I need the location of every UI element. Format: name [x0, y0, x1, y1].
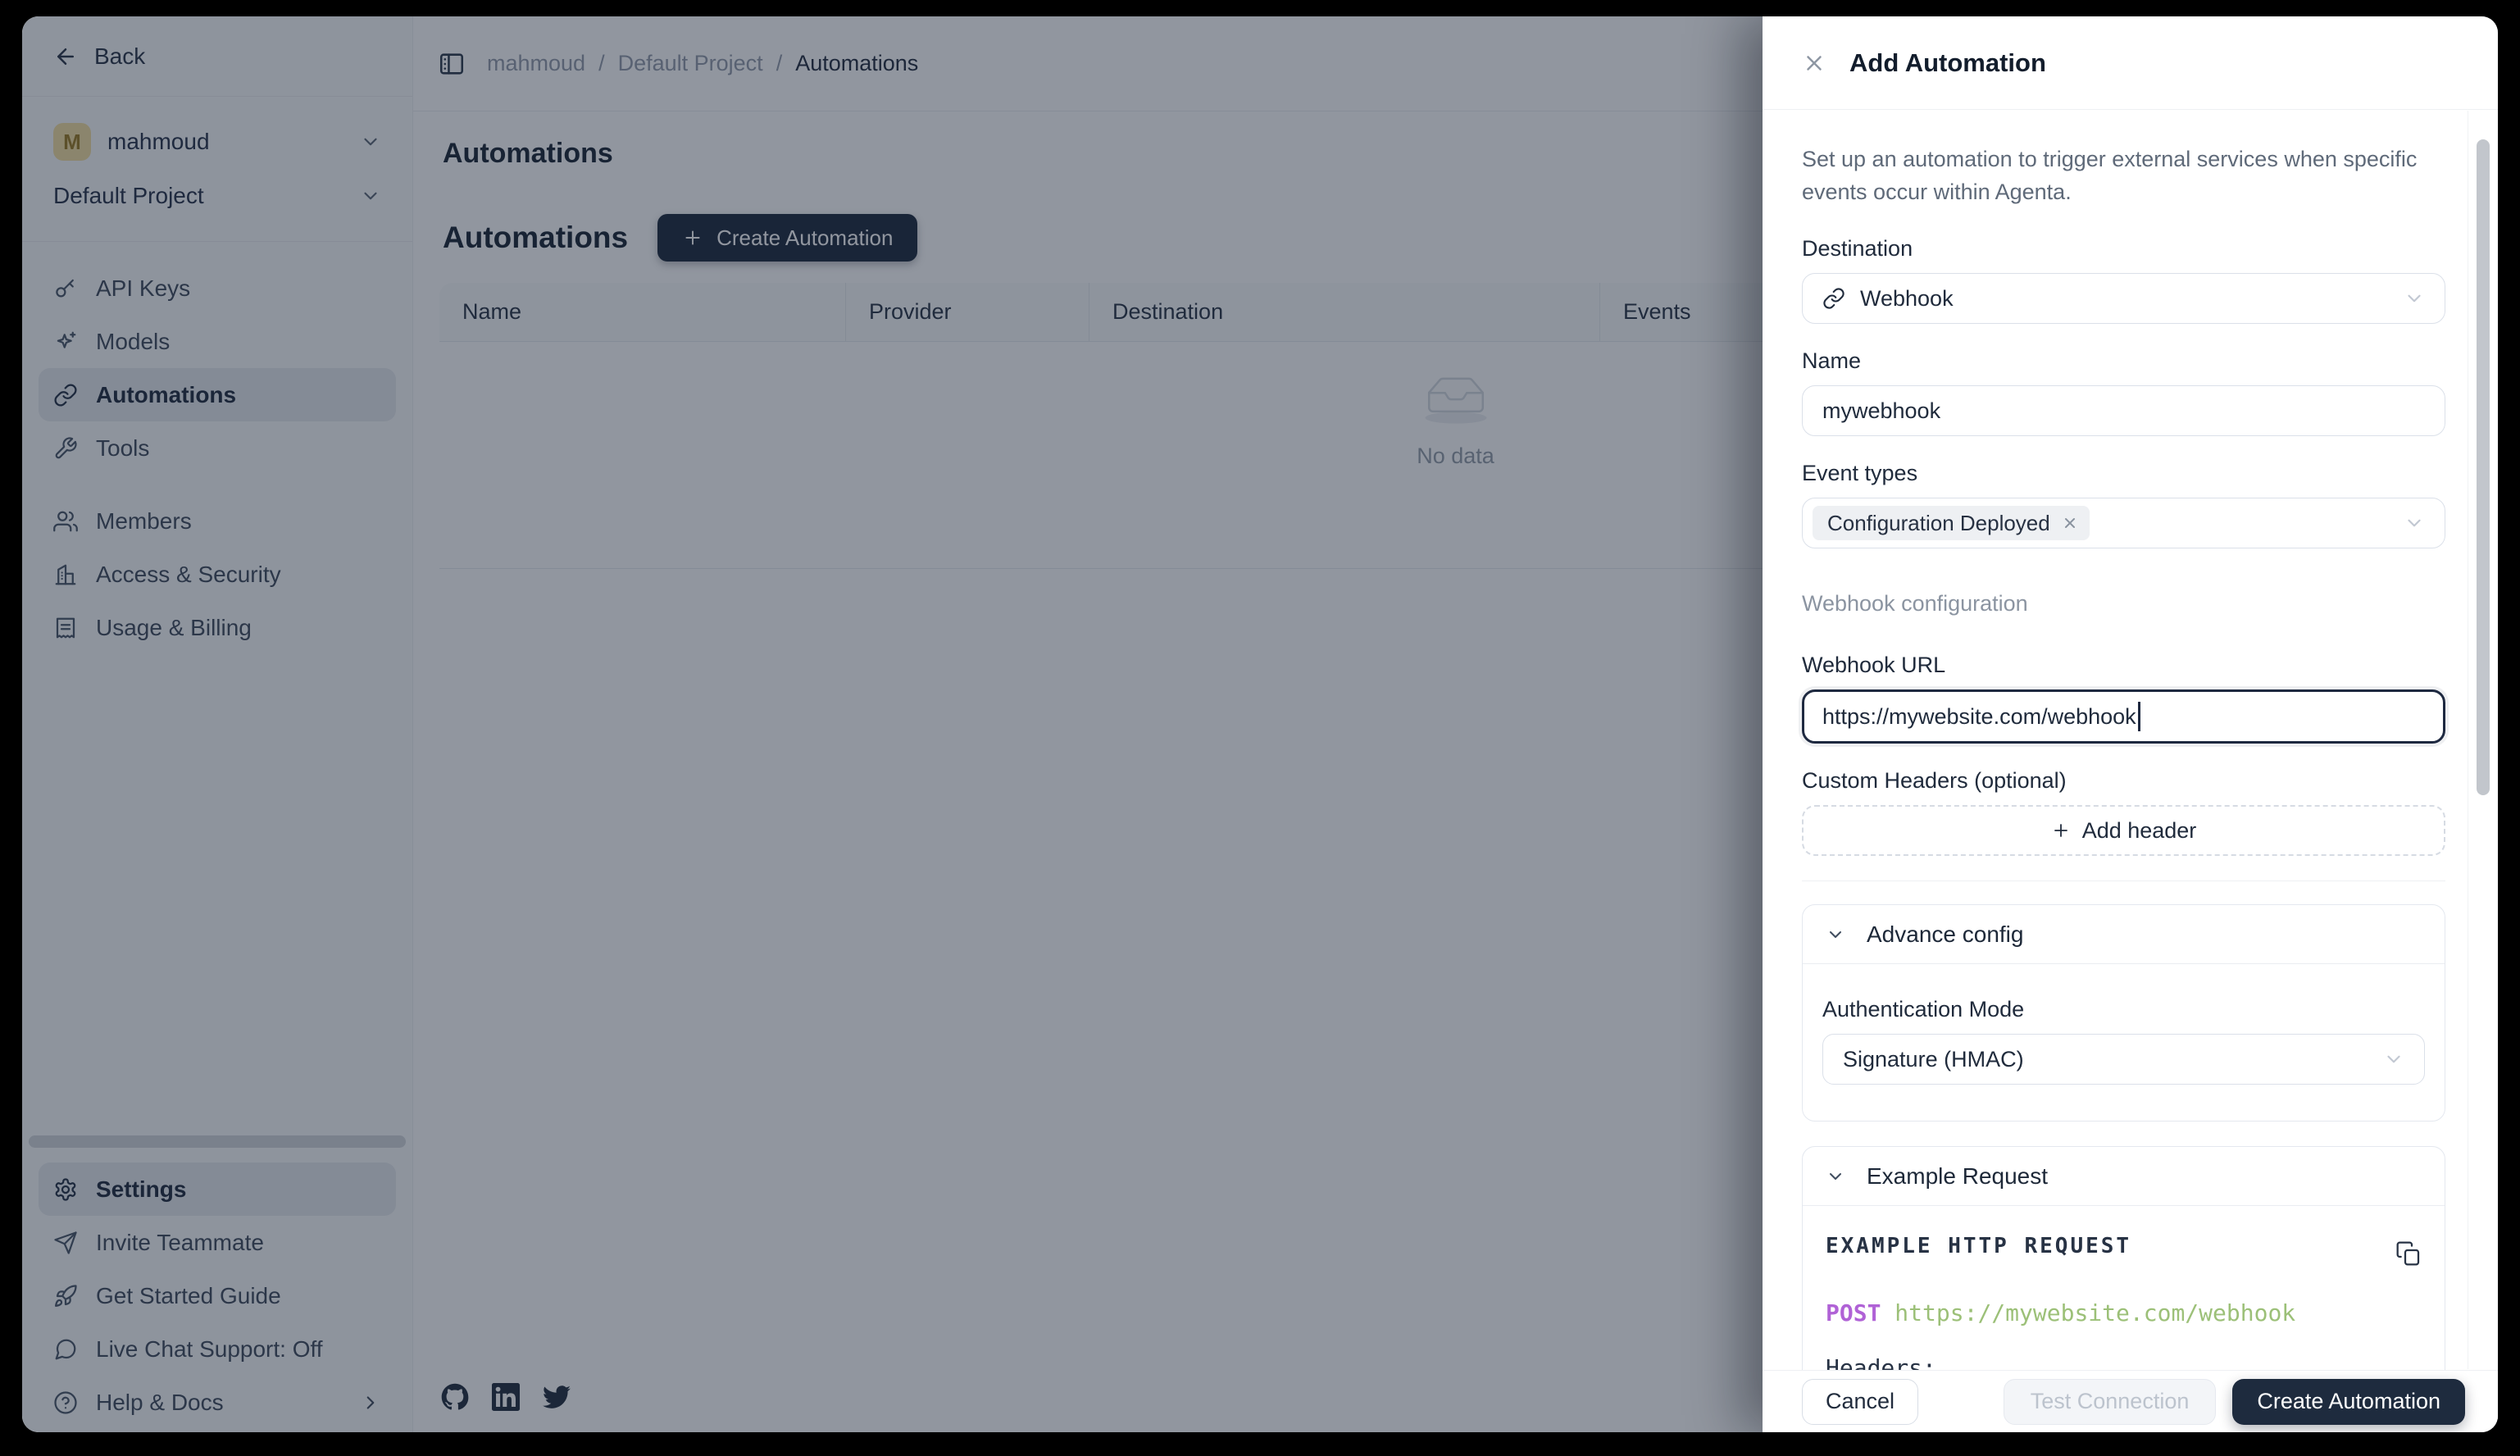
name-value: mywebhook — [1822, 398, 1940, 424]
add-header-label: Add header — [2082, 818, 2197, 844]
webhook-url-label: Webhook URL — [1802, 653, 2445, 678]
example-request-title: Example Request — [1867, 1163, 2048, 1190]
tag-remove-icon[interactable] — [2062, 515, 2078, 531]
event-type-tag-label: Configuration Deployed — [1827, 511, 2050, 536]
drawer-description: Set up an automation to trigger external… — [1802, 143, 2445, 208]
chevron-down-icon — [2404, 512, 2425, 534]
event-types-select[interactable]: Configuration Deployed — [1802, 498, 2445, 548]
destination-select[interactable]: Webhook — [1802, 273, 2445, 324]
link-icon — [1822, 287, 1845, 310]
text-cursor — [2138, 702, 2140, 731]
name-input[interactable]: mywebhook — [1802, 385, 2445, 436]
plus-icon — [2051, 821, 2071, 840]
copy-icon[interactable] — [2395, 1240, 2422, 1267]
advance-config-panel: Advance config Authentication Mode Signa… — [1802, 904, 2445, 1122]
code-request-line: POST https://mywebsite.com/webhook — [1826, 1299, 2422, 1326]
destination-value: Webhook — [1860, 286, 1954, 312]
webhook-configuration-title: Webhook configuration — [1802, 591, 2445, 617]
drawer-header: Add Automation — [1763, 16, 2498, 110]
divider — [1802, 880, 2445, 881]
chevron-down-icon — [1826, 1167, 1845, 1186]
cancel-button[interactable]: Cancel — [1802, 1379, 1918, 1425]
http-method: POST — [1826, 1299, 1881, 1326]
test-connection-button[interactable]: Test Connection — [2004, 1379, 2217, 1425]
close-icon[interactable] — [1802, 51, 1826, 75]
drawer-footer: Cancel Test Connection Create Automation — [1763, 1370, 2498, 1432]
app-window: Back M mahmoud Default Project — [22, 16, 2498, 1432]
example-request-header[interactable]: Example Request — [1803, 1147, 2445, 1206]
event-type-tag: Configuration Deployed — [1813, 506, 2090, 540]
name-label: Name — [1802, 348, 2445, 374]
drawer-title: Add Automation — [1849, 48, 2046, 78]
destination-label: Destination — [1802, 236, 2445, 262]
scrollbar-thumb[interactable] — [2477, 139, 2490, 795]
add-header-button[interactable]: Add header — [1802, 805, 2445, 856]
code-headers-line: Headers: — [1826, 1354, 2422, 1370]
drawer-scrollbar[interactable] — [2468, 111, 2498, 1369]
chevron-down-icon — [1826, 925, 1845, 944]
advance-config-header[interactable]: Advance config — [1803, 905, 2445, 964]
auth-mode-select[interactable]: Signature (HMAC) — [1822, 1034, 2425, 1085]
event-types-label: Event types — [1802, 461, 2445, 486]
webhook-url-value: https://mywebsite.com/webhook — [1822, 704, 2136, 730]
chevron-down-icon — [2404, 288, 2425, 309]
webhook-url-input[interactable]: https://mywebsite.com/webhook — [1802, 689, 2445, 744]
code-heading: EXAMPLE HTTP REQUEST — [1826, 1234, 2131, 1258]
example-request-panel: Example Request EXAMPLE HTTP REQUEST POS… — [1802, 1146, 2445, 1370]
auth-mode-label: Authentication Mode — [1822, 997, 2425, 1022]
request-url: https://mywebsite.com/webhook — [1895, 1299, 2295, 1326]
drawer-body: Set up an automation to trigger external… — [1763, 110, 2498, 1370]
chevron-down-icon — [2383, 1049, 2404, 1070]
create-automation-submit-button[interactable]: Create Automation — [2232, 1379, 2465, 1425]
advance-config-title: Advance config — [1867, 921, 2023, 948]
auth-mode-value: Signature (HMAC) — [1843, 1047, 2024, 1072]
custom-headers-label: Custom Headers (optional) — [1802, 768, 2445, 794]
add-automation-drawer: Add Automation Set up an automation to t… — [1763, 16, 2498, 1432]
